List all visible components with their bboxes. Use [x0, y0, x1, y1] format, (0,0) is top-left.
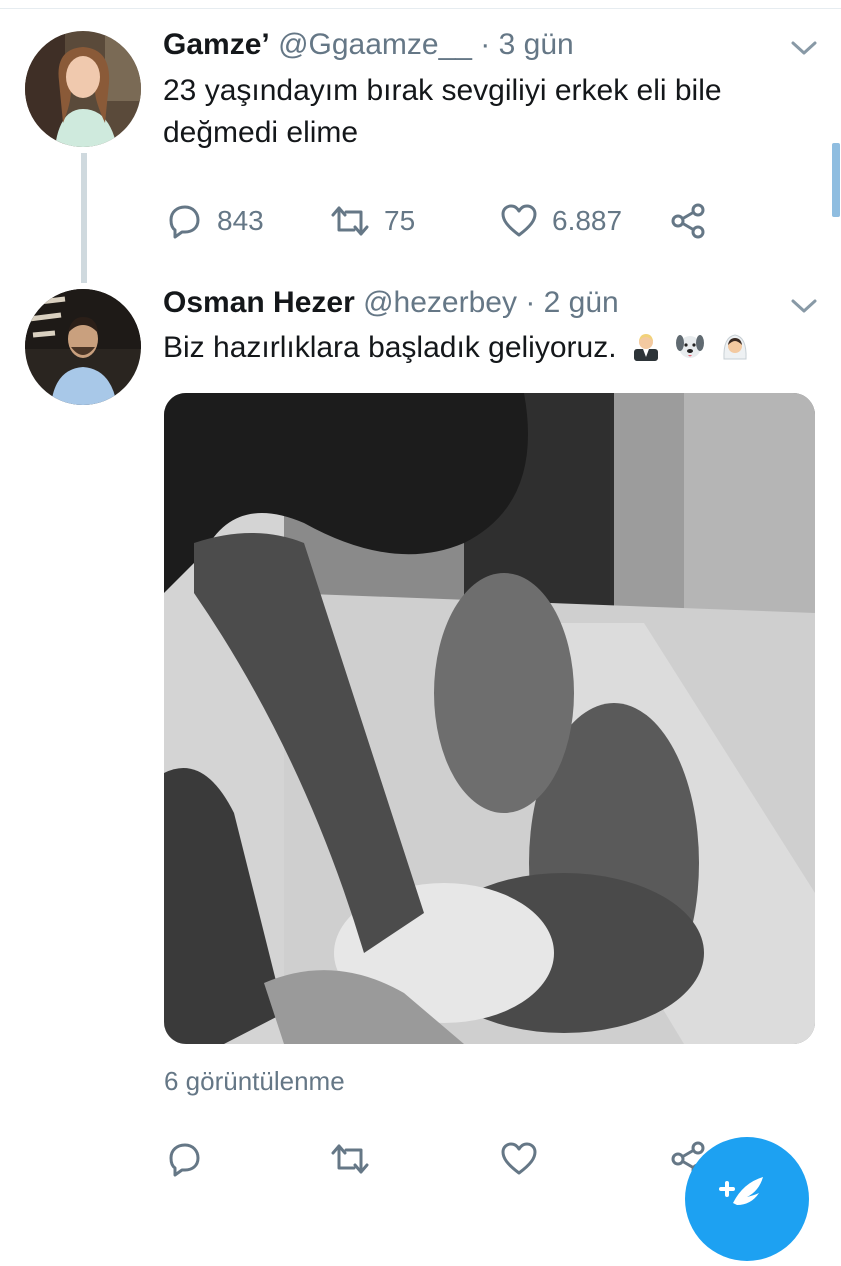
separator: · — [525, 286, 536, 319]
like-icon — [501, 1142, 537, 1175]
retweet-count: 75 — [384, 205, 416, 236]
reply-button[interactable]: 843 — [165, 199, 264, 243]
separator: · — [480, 28, 491, 61]
display-name[interactable]: Gamze’ — [163, 28, 270, 61]
reply-icon — [169, 205, 200, 239]
compose-tweet-icon — [719, 1177, 763, 1205]
timestamp[interactable]: 3 gün — [499, 28, 574, 61]
like-button[interactable] — [500, 1137, 538, 1181]
tweet-actions: 843 75 6.887 — [163, 199, 723, 243]
retweet-button[interactable] — [330, 1137, 370, 1181]
tweet-header: Osman Hezer @hezerbey · 2 gün — [163, 286, 619, 320]
retweet-icon — [331, 206, 369, 236]
scrollbar-thumb[interactable] — [832, 143, 840, 217]
tweet-text-content: Biz hazırlıklara başladık geliyoruz. — [163, 331, 617, 364]
video-thumbnail[interactable] — [164, 393, 815, 1044]
user-handle[interactable]: @Ggaamze__ — [278, 28, 472, 61]
tweet-text: 23 yaşındayım bırak sevgiliyi erkek eli … — [163, 74, 722, 149]
chevron-down-icon[interactable] — [790, 38, 818, 58]
tweet-header: Gamze’ @Ggaamze__ · 3 gün — [163, 28, 574, 62]
share-button[interactable] — [669, 199, 707, 243]
display-name[interactable]: Osman Hezer — [163, 286, 355, 319]
timestamp[interactable]: 2 gün — [544, 286, 619, 319]
reply-count: 843 — [217, 205, 264, 236]
retweet-button[interactable]: 75 — [330, 199, 415, 243]
like-button[interactable]: 6.887 — [500, 199, 622, 243]
retweet-icon — [331, 1144, 369, 1174]
avatar-photo — [25, 289, 141, 405]
thread-connector — [81, 153, 87, 283]
avatar-photo — [25, 31, 141, 147]
dog-emoji — [676, 335, 705, 358]
share-icon — [671, 203, 705, 239]
reply-icon — [169, 1143, 200, 1177]
bride-emoji — [723, 334, 747, 360]
reply-button[interactable] — [165, 1137, 203, 1181]
video-frame — [164, 393, 815, 1044]
top-divider — [0, 0, 841, 9]
tweet-text: Biz hazırlıklara başladık geliyoruz. — [163, 327, 750, 369]
avatar[interactable] — [25, 289, 141, 405]
groom-emoji — [633, 334, 658, 361]
chevron-down-icon[interactable] — [790, 296, 818, 316]
compose-tweet-button[interactable] — [685, 1137, 809, 1261]
like-count: 6.887 — [552, 205, 623, 236]
view-count: 6 görüntülenme — [164, 1066, 345, 1096]
tweet-actions — [163, 1137, 723, 1181]
user-handle[interactable]: @hezerbey — [363, 286, 517, 319]
like-icon — [501, 204, 537, 237]
avatar[interactable] — [25, 31, 141, 147]
